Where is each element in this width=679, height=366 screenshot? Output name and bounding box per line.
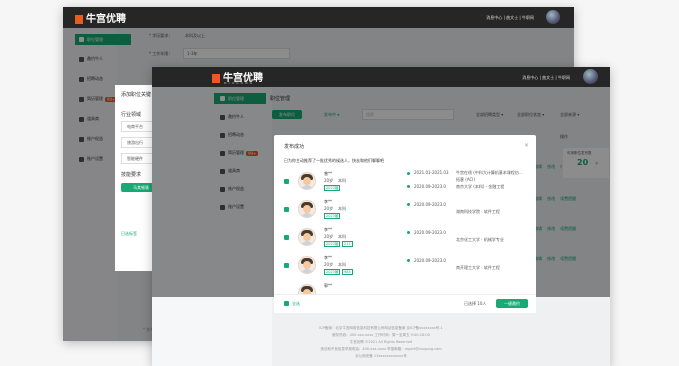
logo: 牛宫优聘 — [75, 10, 126, 25]
timeline-date: 2020.09-2023.0 — [414, 202, 446, 207]
dialog-subtitle: 已为你主动推荐了一批优秀的候选人，快去和他们聊聊吧 — [284, 158, 384, 163]
industry-label: 行业领域 — [121, 112, 142, 118]
timeline-text: 湖南科技学院 · 软件工程 — [456, 209, 500, 214]
timeline-text: 北京化工大学 · 机械学专业 — [456, 237, 504, 242]
candidate-tag: 2023届 — [324, 241, 341, 247]
logo-mark-icon — [212, 73, 220, 83]
candidate-row[interactable]: 李** 20岁 本科 2023届 985 2020.09-2023.0 南开理工… — [274, 253, 536, 277]
candidate-age: 20岁 — [324, 234, 334, 239]
candidate-row[interactable]: 李** 20岁 本科 2023届 211 2020.09-2023.0 北京化工… — [274, 225, 536, 249]
candidate-name: 李** — [324, 255, 332, 260]
footer-line-2: 服务热线：400-xxx-xxxx 工作时间：周一至周五 9:00-18:00 — [332, 333, 430, 337]
footer-line-3: 牛宫优聘 ©2021 All Rights Reserved — [349, 340, 413, 344]
candidate-edu: 本科 — [338, 206, 346, 211]
candidate-avatar — [298, 256, 316, 274]
account-link[interactable]: 曲文士 — [506, 15, 518, 20]
candidate-name: 郭** — [324, 283, 332, 288]
dialog-footer: 全选 已选择 10人 一键邀约 — [274, 294, 536, 313]
timeline-dot — [407, 231, 410, 234]
timeline-date: 2020.09-2023.0 — [414, 230, 446, 235]
modal-title: 添加职位关键 — [121, 92, 152, 98]
timeline-dot — [407, 259, 410, 262]
footer-line-5: 京公网安备 11xxxxxxxxxxxx号 — [355, 354, 407, 358]
candidate-tag: 985 — [342, 269, 353, 275]
candidate-row[interactable]: 曾** 20岁 本科 2023届 2021.01-2021.03 牛宫在线 (中… — [274, 169, 536, 193]
jobs-link[interactable]: 牛职网 — [522, 15, 534, 20]
timeline-text: 南京大学 (本科) · 金融工程 — [456, 184, 505, 189]
jobs-link[interactable]: 牛职网 — [558, 75, 570, 80]
close-icon[interactable]: × — [524, 142, 529, 149]
timeline-extra: 拓客 (ACI) — [456, 177, 476, 182]
selected-tags-label: 已选标签 — [121, 231, 137, 236]
site-footer: ICP备案：北京牛宫网络信息科技有限公司网站信息备案 京ICP备xxxxxxxx… — [152, 323, 610, 366]
message-center-link[interactable]: 消息中心 — [522, 75, 538, 80]
candidate-avatar — [298, 200, 316, 218]
timeline-text: 南开理工大学 · 软件工程 — [456, 265, 500, 270]
candidate-edu: 本科 — [338, 234, 346, 239]
user-avatar[interactable] — [546, 10, 560, 24]
timeline-text: 牛宫在线 (中科大计算机基本课程仿… — [456, 170, 523, 175]
candidate-checkbox[interactable] — [284, 263, 289, 268]
candidate-age: 20岁 — [324, 206, 334, 211]
select-all-checkbox[interactable] — [284, 301, 289, 306]
candidate-age: 20岁 — [324, 262, 334, 267]
top-links: 消息中心 | 曲文士 | 牛职网 — [522, 75, 570, 80]
candidate-avatar — [298, 172, 316, 190]
candidate-tag: 2023届 — [324, 185, 341, 191]
logo-mark-icon — [75, 14, 83, 24]
candidate-avatar — [298, 228, 316, 246]
candidate-tag: 2023届 — [324, 269, 341, 275]
foreground-screenshot: 牛宫优聘 NIUGONG 消息中心 | 曲文士 | 牛职网 职位管理 邀约牛人 … — [152, 67, 610, 366]
logo: 牛宫优聘 NIUGONG — [212, 69, 263, 85]
candidate-tag: 2023届 — [324, 213, 341, 219]
timeline-date: 2021.01-2021.03 — [414, 170, 449, 175]
candidate-name: 李** — [324, 199, 332, 204]
timeline-date: 2020.09-2023.0 — [414, 258, 446, 263]
skill-label: 技能要求 — [121, 172, 142, 178]
timeline-dot — [407, 203, 410, 206]
account-link[interactable]: 曲文士 — [542, 75, 554, 80]
select-all-label[interactable]: 全选 — [292, 301, 300, 307]
publish-success-dialog: 发布成功 × 已为你主动推荐了一批优秀的候选人，快去和他们聊聊吧 曾** 20岁… — [274, 135, 536, 313]
candidate-tag: 211 — [342, 241, 353, 247]
candidate-row[interactable]: 郭** — [274, 281, 536, 295]
dialog-title: 发布成功 — [284, 144, 305, 150]
candidate-checkbox[interactable] — [284, 235, 289, 240]
user-avatar[interactable] — [583, 69, 598, 84]
invite-all-button[interactable]: 一键邀约 — [496, 299, 528, 308]
timeline-date: 2020.09-2023.0 — [414, 184, 446, 189]
candidate-edu: 本科 — [338, 262, 346, 267]
candidate-name: 曾** — [324, 171, 332, 176]
logo-subtitle: NIUGONG — [224, 81, 255, 85]
candidate-edu: 本科 — [338, 178, 346, 183]
candidate-row[interactable]: 李** 20岁 本科 2023届 2020.09-2023.0 湖南科技学院 ·… — [274, 197, 536, 221]
timeline-dot — [407, 172, 410, 175]
timeline-dot — [407, 185, 410, 188]
footer-line-4: 违法和不良信息举报电话：400-xxx-xxxx 举报邮箱：report@niu… — [320, 347, 442, 351]
message-center-link[interactable]: 消息中心 — [486, 15, 502, 20]
candidate-checkbox[interactable] — [284, 207, 289, 212]
footer-line-1: ICP备案：北京牛宫网络信息科技有限公司网站信息备案 京ICP备xxxxxxxx… — [319, 326, 443, 330]
candidate-name: 李** — [324, 227, 332, 232]
top-links: 消息中心 | 曲文士 | 牛职网 — [486, 15, 534, 20]
candidate-checkbox[interactable] — [284, 179, 289, 184]
top-bar: 牛宫优聘 NIUGONG 消息中心 | 曲文士 | 牛职网 — [152, 67, 610, 87]
top-bar: 牛宫优聘 消息中心 | 曲文士 | 牛职网 — [63, 7, 574, 28]
selected-count: 已选择 10人 — [464, 301, 487, 306]
candidate-age: 20岁 — [324, 178, 334, 183]
